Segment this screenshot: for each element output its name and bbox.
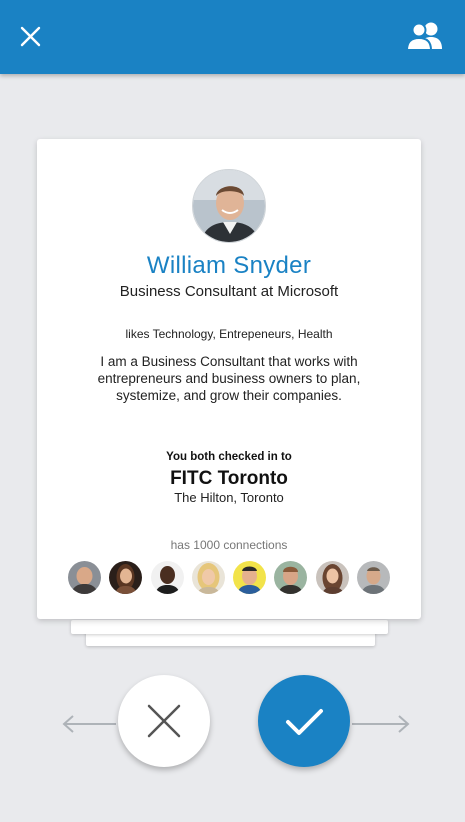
close-button[interactable] (18, 24, 44, 50)
connection-avatar[interactable] (151, 561, 184, 594)
connection-avatar[interactable] (357, 561, 390, 594)
connection-avatar[interactable] (109, 561, 142, 594)
arrow-left-icon (62, 715, 116, 733)
connections-button[interactable] (405, 20, 444, 52)
arrow-right-icon (352, 715, 410, 733)
swipe-right-arrow (352, 711, 410, 737)
swipe-left-arrow (60, 711, 116, 737)
profile-bio: I am a Business Consultant that works wi… (97, 354, 361, 403)
people-icon (405, 22, 442, 51)
profile-avatar (192, 169, 266, 243)
check-icon (286, 709, 323, 735)
connections-count: has 1000 connections (170, 538, 288, 552)
profile-card[interactable]: William Snyder Business Consultant at Mi… (37, 139, 421, 619)
profile-title: Business Consultant at Microsoft (119, 283, 339, 300)
likes-prefix: likes (125, 327, 150, 341)
profile-name: William Snyder (146, 252, 312, 279)
venue-location: The Hilton, Toronto (174, 490, 284, 505)
top-bar (0, 0, 465, 74)
connection-avatar[interactable] (233, 561, 266, 594)
venue-name: FITC Toronto (170, 468, 288, 489)
x-icon (147, 704, 181, 738)
profile-likes: likes Technology, Entrepeneurs, Health (37, 327, 421, 341)
card-stack-middle (71, 620, 388, 634)
close-icon (20, 26, 41, 47)
connection-avatar[interactable] (274, 561, 307, 594)
accept-button[interactable] (258, 675, 350, 767)
connection-avatar[interactable] (68, 561, 101, 594)
likes-values: Technology, Entrepeneurs, Health (152, 327, 333, 341)
checkin-label: You both checked in to (166, 451, 292, 463)
reject-button[interactable] (118, 675, 210, 767)
connection-avatar[interactable] (192, 561, 225, 594)
connection-avatar[interactable] (316, 561, 349, 594)
connection-avatars (68, 561, 398, 595)
